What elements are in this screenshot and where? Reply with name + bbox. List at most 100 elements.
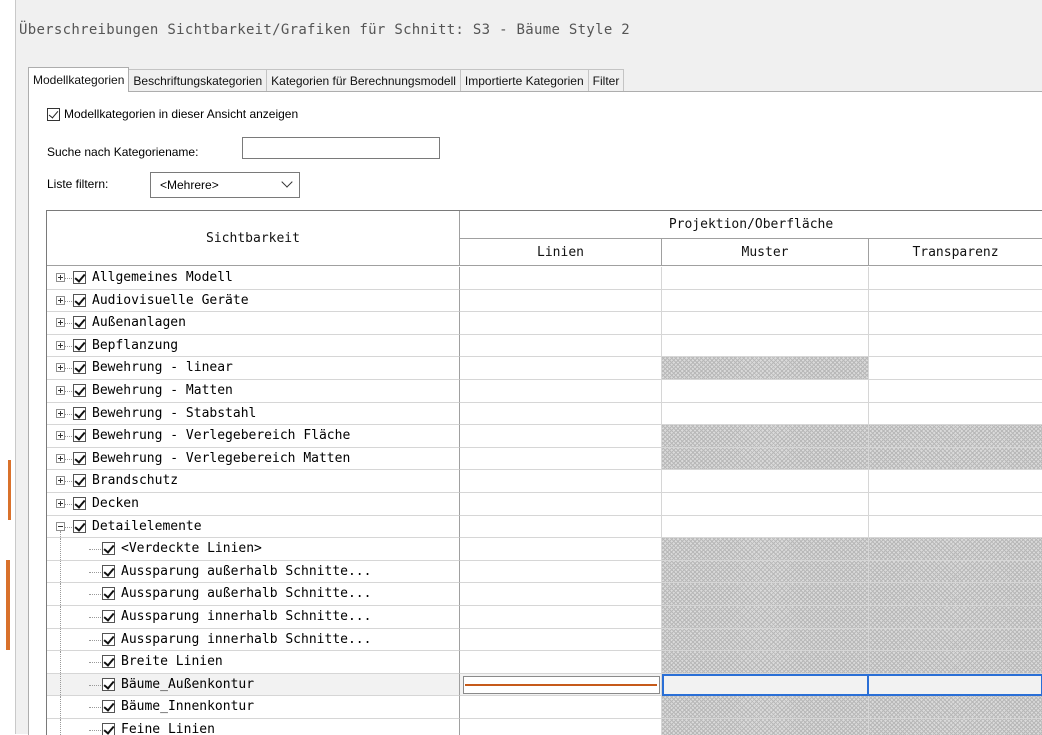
visibility-cell[interactable]: Bewehrung - Verlegebereich Matten bbox=[47, 447, 460, 471]
lines-cell[interactable] bbox=[460, 493, 662, 516]
table-row[interactable]: Brandschutz bbox=[47, 470, 1042, 493]
pattern-cell[interactable] bbox=[662, 493, 869, 516]
column-header-visibility[interactable]: Sichtbarkeit bbox=[47, 211, 460, 266]
pattern-cell[interactable] bbox=[662, 651, 869, 674]
table-row[interactable]: Bäume_Außenkontur bbox=[47, 673, 1042, 697]
filter-list-dropdown[interactable]: <Mehrere> bbox=[150, 172, 300, 198]
visibility-cell[interactable]: Bewehrung - Stabstahl bbox=[47, 402, 460, 426]
pattern-cell[interactable] bbox=[662, 515, 869, 539]
row-visibility-checkbox[interactable] bbox=[73, 338, 86, 352]
lines-cell[interactable] bbox=[460, 538, 662, 561]
lines-cell[interactable] bbox=[460, 606, 662, 629]
visibility-cell[interactable]: Aussparung innerhalb Schnitte... bbox=[47, 606, 460, 629]
table-row[interactable]: Bewehrung - Verlegebereich Matten bbox=[47, 447, 1042, 471]
pattern-cell[interactable] bbox=[662, 719, 869, 735]
table-row[interactable]: Feine Linien bbox=[47, 719, 1042, 735]
transparency-cell[interactable] bbox=[869, 696, 1042, 719]
transparency-cell[interactable] bbox=[869, 403, 1042, 426]
expand-icon[interactable] bbox=[56, 273, 65, 282]
transparency-cell[interactable] bbox=[869, 560, 1042, 584]
expand-icon[interactable] bbox=[56, 340, 65, 350]
expand-icon[interactable] bbox=[56, 499, 65, 508]
pattern-cell[interactable] bbox=[662, 267, 869, 290]
transparency-cell[interactable] bbox=[869, 651, 1042, 674]
table-row[interactable]: Bewehrung - Stabstahl bbox=[47, 402, 1042, 426]
lines-cell[interactable] bbox=[460, 560, 662, 584]
transparency-cell[interactable] bbox=[869, 290, 1042, 313]
expand-icon[interactable] bbox=[56, 408, 65, 418]
expand-icon[interactable] bbox=[56, 476, 65, 486]
row-visibility-checkbox[interactable] bbox=[73, 429, 86, 443]
show-model-categories-checkbox[interactable] bbox=[47, 107, 60, 121]
pattern-cell[interactable] bbox=[662, 312, 869, 335]
tab-imported-categories[interactable]: Importierte Kategorien bbox=[460, 69, 589, 92]
visibility-cell[interactable]: Bäume_Außenkontur bbox=[47, 673, 460, 697]
lines-cell[interactable] bbox=[460, 583, 662, 606]
row-visibility-checkbox[interactable] bbox=[73, 406, 86, 420]
table-row[interactable]: Aussparung außerhalb Schnitte... bbox=[47, 583, 1042, 606]
pattern-cell[interactable] bbox=[662, 425, 869, 448]
pattern-cell[interactable] bbox=[662, 289, 869, 313]
table-row[interactable]: <Verdeckte Linien> bbox=[47, 538, 1042, 561]
transparency-cell[interactable] bbox=[869, 538, 1042, 561]
column-header-transparency[interactable]: Transparenz bbox=[869, 239, 1042, 266]
transparency-cell[interactable] bbox=[869, 357, 1042, 380]
table-row[interactable]: Aussparung innerhalb Schnitte... bbox=[47, 628, 1042, 652]
row-visibility-checkbox[interactable] bbox=[102, 723, 115, 735]
tab-analytical-model-categories[interactable]: Kategorien für Berechnungsmodell bbox=[267, 69, 461, 92]
visibility-cell[interactable]: Bäume_Innenkontur bbox=[47, 696, 460, 719]
pattern-cell[interactable] bbox=[662, 402, 869, 426]
pattern-cell[interactable] bbox=[662, 606, 869, 629]
tab-model-categories[interactable]: Modellkategorien bbox=[28, 67, 130, 92]
table-row[interactable]: Aussparung innerhalb Schnitte... bbox=[47, 606, 1042, 629]
pattern-cell[interactable] bbox=[662, 447, 869, 471]
pattern-cell[interactable] bbox=[662, 357, 869, 380]
table-row[interactable]: Bewehrung - Verlegebereich Fläche bbox=[47, 425, 1042, 448]
table-row[interactable]: Außenanlagen bbox=[47, 312, 1042, 335]
pattern-cell[interactable] bbox=[662, 560, 869, 584]
pattern-cell[interactable] bbox=[662, 380, 869, 403]
row-visibility-checkbox[interactable] bbox=[73, 361, 86, 375]
transparency-cell[interactable] bbox=[869, 583, 1042, 606]
row-visibility-checkbox[interactable] bbox=[102, 542, 115, 556]
transparency-cell[interactable] bbox=[869, 312, 1042, 335]
visibility-cell[interactable]: Feine Linien bbox=[47, 719, 460, 735]
visibility-cell[interactable]: Breite Linien bbox=[47, 651, 460, 674]
transparency-cell[interactable] bbox=[869, 470, 1042, 493]
pattern-cell[interactable] bbox=[662, 334, 869, 358]
pattern-cell[interactable] bbox=[662, 628, 869, 652]
row-visibility-checkbox[interactable] bbox=[102, 587, 115, 601]
lines-cell[interactable] bbox=[460, 651, 662, 674]
lines-cell[interactable] bbox=[460, 402, 662, 426]
table-row[interactable]: Aussparung außerhalb Schnitte... bbox=[47, 560, 1042, 584]
pattern-cell[interactable] bbox=[662, 696, 869, 719]
search-input[interactable] bbox=[242, 137, 440, 159]
row-visibility-checkbox[interactable] bbox=[73, 271, 86, 284]
lines-cell[interactable] bbox=[460, 312, 662, 335]
pattern-cell-selection[interactable] bbox=[662, 673, 869, 697]
visibility-cell[interactable]: Bewehrung - Verlegebereich Fläche bbox=[47, 425, 460, 448]
table-row[interactable]: Bepflanzung bbox=[47, 334, 1042, 358]
expand-icon[interactable] bbox=[56, 453, 65, 463]
lines-cell[interactable] bbox=[460, 357, 662, 380]
row-visibility-checkbox[interactable] bbox=[73, 384, 86, 397]
transparency-cell[interactable] bbox=[869, 267, 1042, 290]
row-visibility-checkbox[interactable] bbox=[73, 316, 86, 330]
lines-cell[interactable] bbox=[460, 470, 662, 493]
transparency-cell[interactable] bbox=[869, 606, 1042, 629]
visibility-cell[interactable]: Brandschutz bbox=[47, 470, 460, 493]
transparency-cell[interactable] bbox=[869, 425, 1042, 448]
tab-filters[interactable]: Filter bbox=[588, 69, 625, 92]
visibility-cell[interactable]: Aussparung außerhalb Schnitte... bbox=[47, 560, 460, 584]
lines-cell[interactable] bbox=[460, 289, 662, 313]
row-visibility-checkbox[interactable] bbox=[73, 519, 86, 533]
visibility-cell[interactable]: Allgemeines Modell bbox=[47, 267, 460, 290]
table-row[interactable]: Bewehrung - linear bbox=[47, 357, 1042, 380]
table-row[interactable]: Bewehrung - Matten bbox=[47, 380, 1042, 403]
pattern-cell[interactable] bbox=[662, 470, 869, 493]
lines-cell[interactable] bbox=[460, 515, 662, 539]
transparency-cell[interactable] bbox=[869, 719, 1042, 735]
row-visibility-checkbox[interactable] bbox=[102, 700, 115, 714]
row-visibility-checkbox[interactable] bbox=[73, 293, 86, 307]
visibility-cell[interactable]: Bewehrung - Matten bbox=[47, 380, 460, 403]
